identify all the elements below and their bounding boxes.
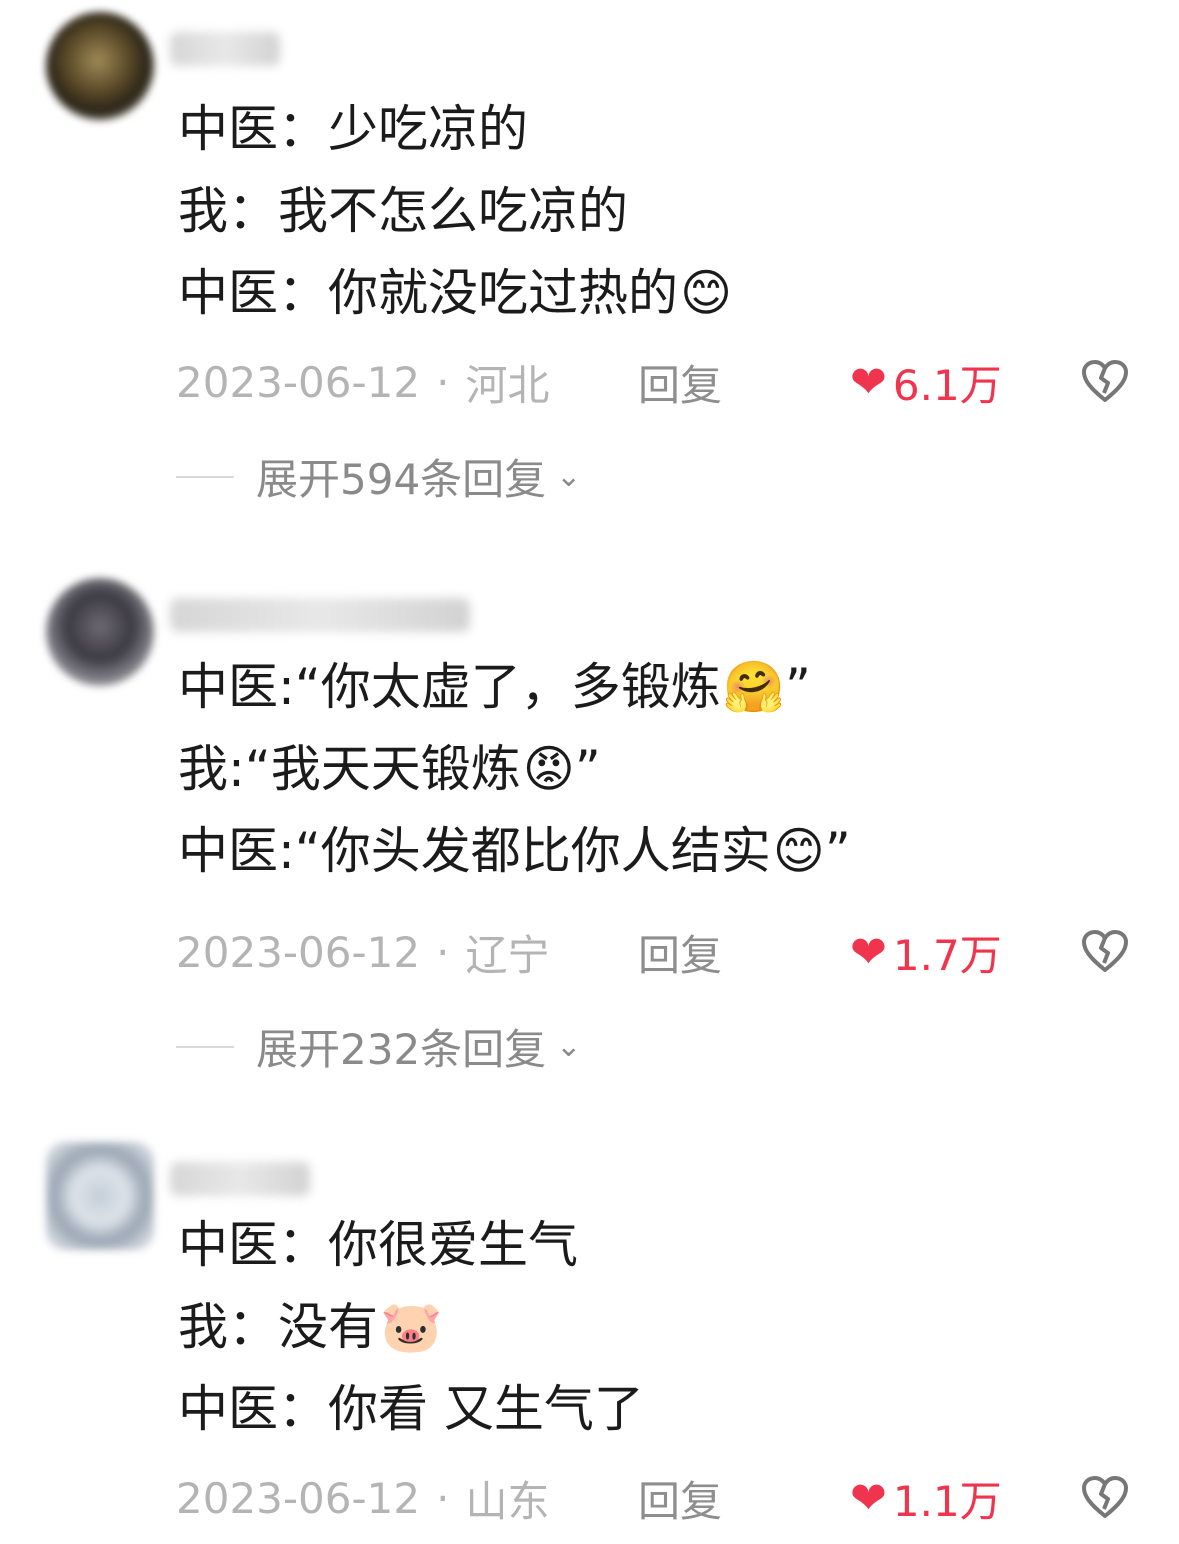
quote-mark: ” [824,822,851,880]
angry-emoji-icon: 😡 [522,740,575,798]
comment-date: 2023-06-12 [176,358,421,407]
avatar[interactable] [46,12,154,120]
comment-text: 中医：你就没吃过热的 [178,264,678,322]
like-count: 1.7万 [892,931,1002,980]
comment-text: 中医：你很爱生气 [178,1216,578,1274]
comment-meta: 2023-06-12 · 河北 回复 [176,352,722,413]
comment-location: 河北 [465,361,550,410]
meta-separator: · [436,1474,450,1523]
smile-emoji-icon: 😊 [680,264,733,322]
comment-text: 我：我不怎么吃凉的 [178,182,628,240]
chevron-down-icon: ⌄ [556,1029,582,1064]
expand-replies-label: 展开594条回复 [256,455,547,504]
pig-emoji-icon: 🐷 [380,1298,443,1356]
like-button[interactable]: ❤ 1.1万 [850,1468,1002,1529]
username-blurred[interactable] [170,598,470,632]
comment-body: 中医:“你太虚了，多锻炼 🤗” 我:“我天天锻炼 😡” 中医:“你头发都比你人结实 😊… [178,646,851,892]
comment-line: 我:“我天天锻炼 😡” [178,728,851,810]
divider [176,475,234,478]
comment-line: 中医：你很爱生气 [178,1204,644,1286]
comment-date: 2023-06-12 [176,928,421,977]
like-count: 6.1万 [892,361,1002,410]
comment-line: 中医：你就没吃过热的 😊 [178,252,732,334]
broken-heart-icon[interactable] [1080,358,1130,404]
quote-mark: ” [574,740,601,798]
like-button[interactable]: ❤ 1.7万 [850,922,1002,983]
avatar[interactable] [46,578,154,686]
username-blurred[interactable] [170,32,280,66]
comment-line: 我：我不怎么吃凉的 [178,170,732,252]
expand-replies-button[interactable]: 展开594条回复 ⌄ [176,446,581,507]
heart-icon: ❤ [850,926,887,978]
comment-text: 中医:“你太虚了，多锻炼 [178,658,721,716]
reply-button[interactable]: 回复 [638,922,722,983]
hug-emoji-icon: 🤗 [722,658,786,716]
divider [176,1045,234,1048]
comment-text: 中医：少吃凉的 [178,100,528,158]
comment-line: 中医：你看 又生气了 [178,1368,644,1450]
comment-text: 中医:“你头发都比你人结实 [178,822,771,880]
avatar[interactable] [46,1142,154,1250]
like-button[interactable]: ❤ 6.1万 [850,352,1002,413]
comment-body: 中医：少吃凉的 我：我不怎么吃凉的 中医：你就没吃过热的 😊 [178,88,732,334]
expand-replies-label: 展开232条回复 [256,1025,547,1074]
comment-line: 中医：少吃凉的 [178,88,732,170]
comment-location: 辽宁 [465,931,550,980]
meta-separator: · [436,928,450,977]
comment-line: 中医:“你头发都比你人结实 😊” [178,810,851,892]
comment-meta: 2023-06-12 · 山东 回复 [176,1468,722,1529]
meta-separator: · [436,358,450,407]
chevron-down-icon: ⌄ [556,459,582,494]
comment-date: 2023-06-12 [176,1474,421,1523]
reply-button[interactable]: 回复 [638,1468,722,1529]
comment-body: 中医：你很爱生气 我：没有 🐷 中医：你看 又生气了 [178,1204,644,1450]
username-blurred[interactable] [170,1162,310,1196]
broken-heart-icon[interactable] [1080,1474,1130,1520]
comment-text: 我：没有 [178,1298,378,1356]
heart-icon: ❤ [850,1472,887,1524]
comment-list: 中医：少吃凉的 我：我不怎么吃凉的 中医：你就没吃过热的 😊 2023-06-12… [0,0,1179,1544]
broken-heart-icon[interactable] [1080,928,1130,974]
comment-text: 我:“我天天锻炼 [178,740,521,798]
reply-button[interactable]: 回复 [638,352,722,413]
like-count: 1.1万 [892,1477,1002,1526]
comment-line: 中医:“你太虚了，多锻炼 🤗” [178,646,851,728]
comment-location: 山东 [465,1477,550,1526]
comment-meta: 2023-06-12 · 辽宁 回复 [176,922,722,983]
expand-replies-button[interactable]: 展开232条回复 ⌄ [176,1016,581,1077]
quote-mark: ” [785,658,811,716]
heart-icon: ❤ [850,356,887,408]
smile-emoji-icon: 😊 [772,822,825,880]
comment-text: 中医：你看 又生气了 [178,1380,644,1438]
comment-line: 我：没有 🐷 [178,1286,644,1368]
